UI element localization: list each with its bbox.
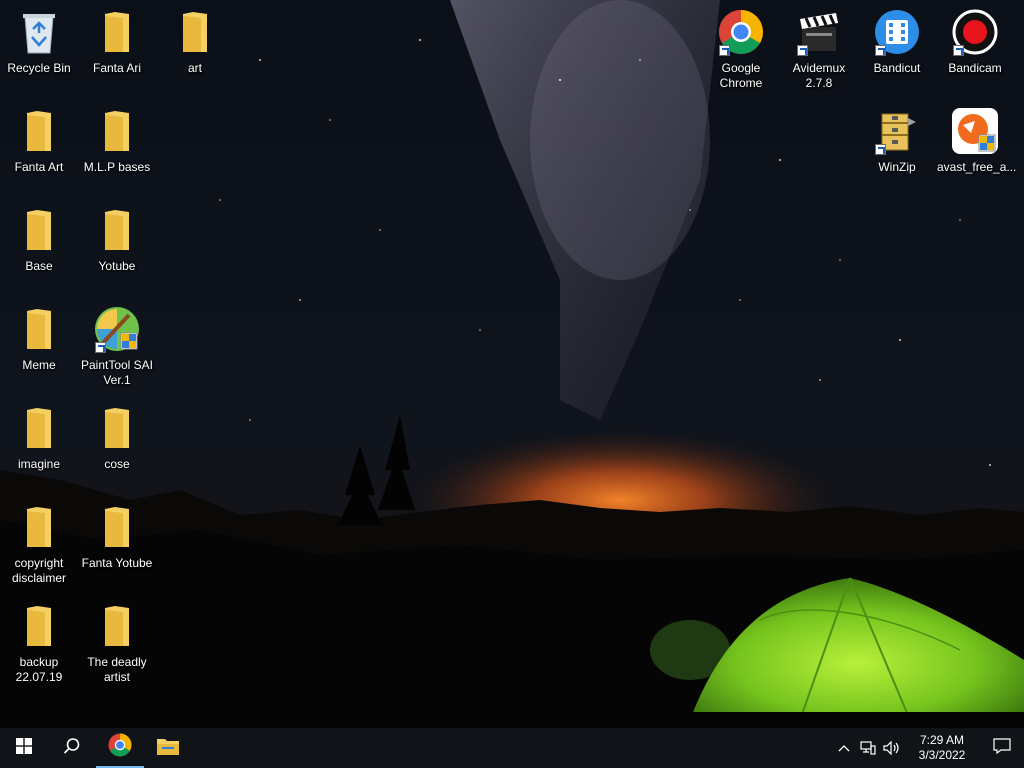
shortcut-arrow-icon bbox=[797, 45, 808, 56]
folder-icon bbox=[15, 206, 63, 254]
desktop-icon-folder-backup[interactable]: backup 22.07.19 bbox=[1, 598, 77, 690]
desktop-icon-label: copyright disclaimer bbox=[11, 556, 66, 585]
clock-date: 3/3/2022 bbox=[918, 748, 966, 762]
shortcut-arrow-icon bbox=[953, 45, 964, 56]
desktop-icon-painttool-sai[interactable]: PaintTool SAI Ver.1 bbox=[79, 301, 155, 393]
desktop-icon-label: art bbox=[187, 61, 202, 75]
desktop-icon-label: Bandicut bbox=[873, 61, 921, 75]
folder-icon bbox=[93, 602, 141, 650]
folder-icon bbox=[93, 206, 141, 254]
desktop-icon-label: Bandicam bbox=[948, 61, 1002, 75]
desktop-icon-folder-fanta-yotube[interactable]: Fanta Yotube bbox=[79, 499, 155, 591]
chrome-icon bbox=[717, 8, 765, 56]
desktop-icon-bandicut[interactable]: Bandicut bbox=[859, 4, 935, 96]
shortcut-arrow-icon bbox=[875, 45, 886, 56]
desktop-icon-label: imagine bbox=[17, 457, 61, 471]
search-icon bbox=[63, 737, 81, 760]
desktop-icon-label: Yotube bbox=[98, 259, 136, 273]
desktop-icon-label: Google Chrome bbox=[719, 61, 763, 90]
desktop-icon-label: avast_free_a... bbox=[937, 160, 1017, 174]
folder-icon bbox=[15, 602, 63, 650]
taskbar: 7:29 AM 3/3/2022 bbox=[0, 728, 1024, 768]
desktop-icon-label: PaintTool SAI Ver.1 bbox=[80, 358, 154, 387]
folder-icon bbox=[15, 404, 63, 452]
desktop-icon-winzip[interactable]: WinZip bbox=[859, 103, 935, 195]
desktop-icon-google-chrome[interactable]: Google Chrome bbox=[703, 4, 779, 96]
folder-icon bbox=[171, 8, 219, 56]
action-center-button[interactable] bbox=[980, 728, 1024, 768]
desktop-icon-folder-yotube[interactable]: Yotube bbox=[79, 202, 155, 294]
desktop-icon-label: M.L.P bases bbox=[83, 160, 151, 174]
volume-icon[interactable] bbox=[880, 728, 904, 768]
shortcut-arrow-icon bbox=[95, 342, 106, 353]
folder-icon bbox=[15, 503, 63, 551]
avidemux-icon bbox=[795, 8, 843, 56]
desktop-icon-folder-copyright-disclaimer[interactable]: copyright disclaimer bbox=[1, 499, 77, 591]
bandicut-icon bbox=[873, 8, 921, 56]
folder-icon bbox=[15, 107, 63, 155]
desktop-icon-label: Recycle Bin bbox=[7, 61, 71, 75]
shortcut-arrow-icon bbox=[719, 45, 730, 56]
folder-icon bbox=[15, 305, 63, 353]
folder-icon bbox=[93, 503, 141, 551]
avast-icon bbox=[951, 107, 999, 155]
notification-icon bbox=[993, 737, 1011, 759]
folder-icon bbox=[93, 107, 141, 155]
desktop-icon-label: Base bbox=[25, 259, 53, 273]
desktop-icon-avast[interactable]: avast_free_a... bbox=[937, 103, 1017, 195]
clock-time: 7:29 AM bbox=[919, 733, 965, 747]
shortcut-arrow-icon bbox=[875, 144, 886, 155]
system-tray: 7:29 AM 3/3/2022 bbox=[832, 728, 1024, 768]
taskbar-file-explorer-button[interactable] bbox=[144, 728, 192, 768]
desktop-icon-recycle-bin[interactable]: Recycle Bin bbox=[1, 4, 77, 96]
desktop-icon-folder-cose[interactable]: cose bbox=[79, 400, 155, 492]
file-explorer-icon bbox=[156, 736, 180, 761]
folder-icon bbox=[93, 8, 141, 56]
desktop-icon-folder-art[interactable]: art bbox=[157, 4, 233, 96]
search-button[interactable] bbox=[48, 728, 96, 768]
desktop-icon-label: Meme bbox=[22, 358, 56, 372]
desktop-icon-label: backup 22.07.19 bbox=[15, 655, 63, 684]
chevron-up-icon[interactable] bbox=[832, 728, 856, 768]
desktop-icon-folder-fanta-art[interactable]: Fanta Art bbox=[1, 103, 77, 195]
desktop-icon-label: Fanta Ari bbox=[92, 61, 142, 75]
desktop-icon-label: WinZip bbox=[878, 160, 916, 174]
winzip-icon bbox=[873, 107, 921, 155]
desktop-icon-label: cose bbox=[104, 457, 130, 471]
bandicam-icon bbox=[951, 8, 999, 56]
desktop-icon-avidemux[interactable]: Avidemux 2.7.8 bbox=[781, 4, 857, 96]
desktop-icon-label: Avidemux 2.7.8 bbox=[792, 61, 846, 90]
desktop-icon-folder-the-deadly-artist[interactable]: The deadly artist bbox=[79, 598, 155, 690]
desktop-icon-folder-base[interactable]: Base bbox=[1, 202, 77, 294]
desktop-icon-label: The deadly artist bbox=[87, 655, 147, 684]
desktop-icon-folder-meme[interactable]: Meme bbox=[1, 301, 77, 393]
desktop-icon-folder-mlp-bases[interactable]: M.L.P bases bbox=[79, 103, 155, 195]
desktop-icon-folder-fanta-ari[interactable]: Fanta Ari bbox=[79, 4, 155, 96]
recycle-bin-icon bbox=[15, 8, 63, 56]
desktop-icon-label: Fanta Yotube bbox=[81, 556, 153, 570]
desktop-icon-folder-imagine[interactable]: imagine bbox=[1, 400, 77, 492]
chrome-icon bbox=[108, 733, 132, 762]
network-icon[interactable] bbox=[856, 728, 880, 768]
desktop-icon-label: Fanta Art bbox=[14, 160, 64, 174]
desktop-icon-bandicam[interactable]: Bandicam bbox=[937, 4, 1013, 96]
painttool-sai-icon bbox=[93, 305, 141, 353]
folder-icon bbox=[93, 404, 141, 452]
taskbar-chrome-button[interactable] bbox=[96, 728, 144, 768]
taskbar-clock[interactable]: 7:29 AM 3/3/2022 bbox=[904, 733, 980, 763]
windows-start-icon bbox=[16, 737, 32, 759]
start-button[interactable] bbox=[0, 728, 48, 768]
